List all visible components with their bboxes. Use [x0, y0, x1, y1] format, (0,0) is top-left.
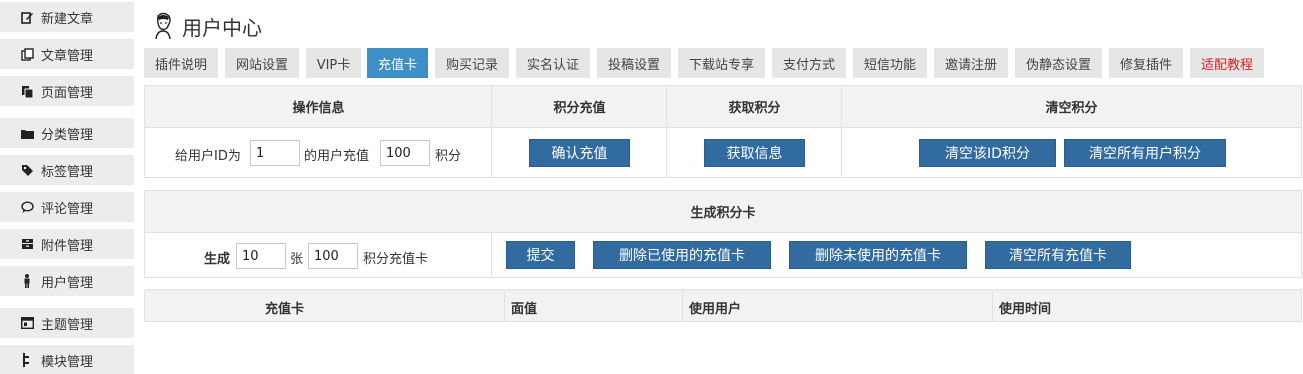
card-list-table: 充值卡 面值 使用用户 使用时间	[144, 289, 1302, 322]
count-unit-text: 张	[290, 252, 304, 267]
delete-used-cards-button[interactable]: 删除已使用的充值卡	[593, 241, 771, 269]
tab-download-exclusive[interactable]: 下载站专享	[678, 48, 765, 78]
tab-site-settings[interactable]: 网站设置	[225, 48, 299, 78]
tab-adapt-tutorial[interactable]: 适配教程	[1190, 48, 1264, 78]
sidebar-item-comments[interactable]: 评论管理	[0, 192, 134, 222]
recharge-amount-input[interactable]	[380, 140, 430, 166]
tab-real-name[interactable]: 实名认证	[516, 48, 590, 78]
generate-card-table: 生成积分卡 生成 张 积分充值卡 提交 删除已使用的充值卡 删除未使用的充值卡 …	[144, 190, 1302, 278]
clear-id-points-button[interactable]: 清空该ID积分	[919, 139, 1056, 167]
tab-submission-settings[interactable]: 投稿设置	[597, 48, 671, 78]
archive-icon	[20, 237, 34, 251]
tab-plugin-info[interactable]: 插件说明	[144, 48, 218, 78]
confirm-recharge-button[interactable]: 确认充值	[529, 139, 630, 167]
sidebar-item-label: 附件管理	[41, 238, 94, 254]
tab-vip-card[interactable]: VIP卡	[306, 48, 361, 78]
user-avatar-icon	[152, 12, 174, 40]
sidebar-item-label: 分类管理	[41, 127, 94, 143]
column-face-value: 面值	[511, 302, 538, 317]
divider	[491, 86, 492, 177]
module-icon	[20, 353, 34, 367]
divider	[145, 127, 1301, 128]
card-count-input[interactable]	[236, 243, 286, 269]
header-get-points: 获取积分	[667, 86, 842, 127]
column-card: 充值卡	[265, 302, 305, 317]
sidebar-item-label: 文章管理	[41, 48, 94, 64]
divider	[504, 290, 505, 321]
tab-purchase-records[interactable]: 购买记录	[435, 48, 509, 78]
card-value-suffix: 积分充值卡	[363, 252, 429, 267]
header-clear-points: 清空积分	[842, 86, 1301, 127]
divider	[491, 232, 492, 277]
sidebar-item-categories[interactable]: 分类管理	[0, 118, 134, 148]
recharge-table: 操作信息 积分充值 获取积分 清空积分 给用户ID为 的用户充值 积分 确认充值…	[144, 85, 1302, 178]
sidebar-item-new-post[interactable]: 新建文章	[0, 2, 134, 32]
sidebar-item-label: 主题管理	[41, 317, 94, 333]
page-title: 用户中心	[182, 15, 262, 40]
sidebar-item-label: 用户管理	[41, 275, 94, 291]
sidebar-item-pages[interactable]: 页面管理	[0, 76, 134, 106]
tag-icon	[20, 163, 34, 177]
sidebar-item-posts[interactable]: 文章管理	[0, 39, 134, 69]
page-header: 用户中心	[152, 10, 262, 42]
header-generate-cards: 生成积分卡	[145, 191, 1301, 232]
sidebar-item-label: 页面管理	[41, 85, 94, 101]
window-icon	[20, 316, 34, 330]
clear-all-user-points-button[interactable]: 清空所有用户积分	[1064, 139, 1226, 167]
recharge-middle-text: 的用户充值	[304, 149, 370, 164]
folder-icon	[20, 126, 34, 140]
tab-repair-plugin[interactable]: 修复插件	[1109, 48, 1183, 78]
documents-icon	[20, 47, 34, 61]
recharge-prefix-text: 给用户ID为	[175, 149, 241, 164]
column-used-by: 使用用户	[689, 302, 742, 317]
user-id-input[interactable]	[250, 140, 300, 166]
recharge-suffix-text: 积分	[435, 149, 462, 164]
tab-recharge-card[interactable]: 充值卡	[367, 48, 428, 78]
divider	[841, 86, 842, 177]
divider	[682, 290, 683, 321]
sidebar-item-attachments[interactable]: 附件管理	[0, 229, 134, 259]
submit-button[interactable]: 提交	[506, 241, 575, 269]
divider	[145, 232, 1301, 233]
header-points-recharge: 积分充值	[492, 86, 667, 127]
tab-sms[interactable]: 短信功能	[853, 48, 927, 78]
edit-icon	[20, 10, 34, 24]
sidebar-item-tags[interactable]: 标签管理	[0, 155, 134, 185]
clear-all-cards-button[interactable]: 清空所有充值卡	[985, 241, 1131, 269]
sidebar-item-users[interactable]: 用户管理	[0, 266, 134, 296]
sidebar-item-label: 新建文章	[41, 11, 94, 27]
generate-label: 生成	[204, 252, 231, 267]
page-icon	[20, 84, 34, 98]
sidebar-item-label: 模块管理	[41, 354, 94, 370]
card-value-input[interactable]	[308, 243, 358, 269]
tab-rewrite-settings[interactable]: 伪静态设置	[1015, 48, 1102, 78]
sidebar-item-themes[interactable]: 主题管理	[0, 308, 134, 338]
divider	[666, 86, 667, 177]
sidebar-item-label: 评论管理	[41, 201, 94, 217]
tab-payment-methods[interactable]: 支付方式	[772, 48, 846, 78]
comment-icon	[20, 200, 34, 214]
divider	[992, 290, 993, 321]
sidebar-item-modules[interactable]: 模块管理	[0, 345, 134, 374]
person-icon	[20, 274, 34, 288]
get-info-button[interactable]: 获取信息	[704, 139, 805, 167]
tab-invite-register[interactable]: 邀请注册	[934, 48, 1008, 78]
header-operation-info: 操作信息	[145, 86, 492, 127]
column-used-time: 使用时间	[999, 302, 1052, 317]
sidebar-item-label: 标签管理	[41, 164, 94, 180]
delete-unused-cards-button[interactable]: 删除未使用的充值卡	[789, 241, 967, 269]
